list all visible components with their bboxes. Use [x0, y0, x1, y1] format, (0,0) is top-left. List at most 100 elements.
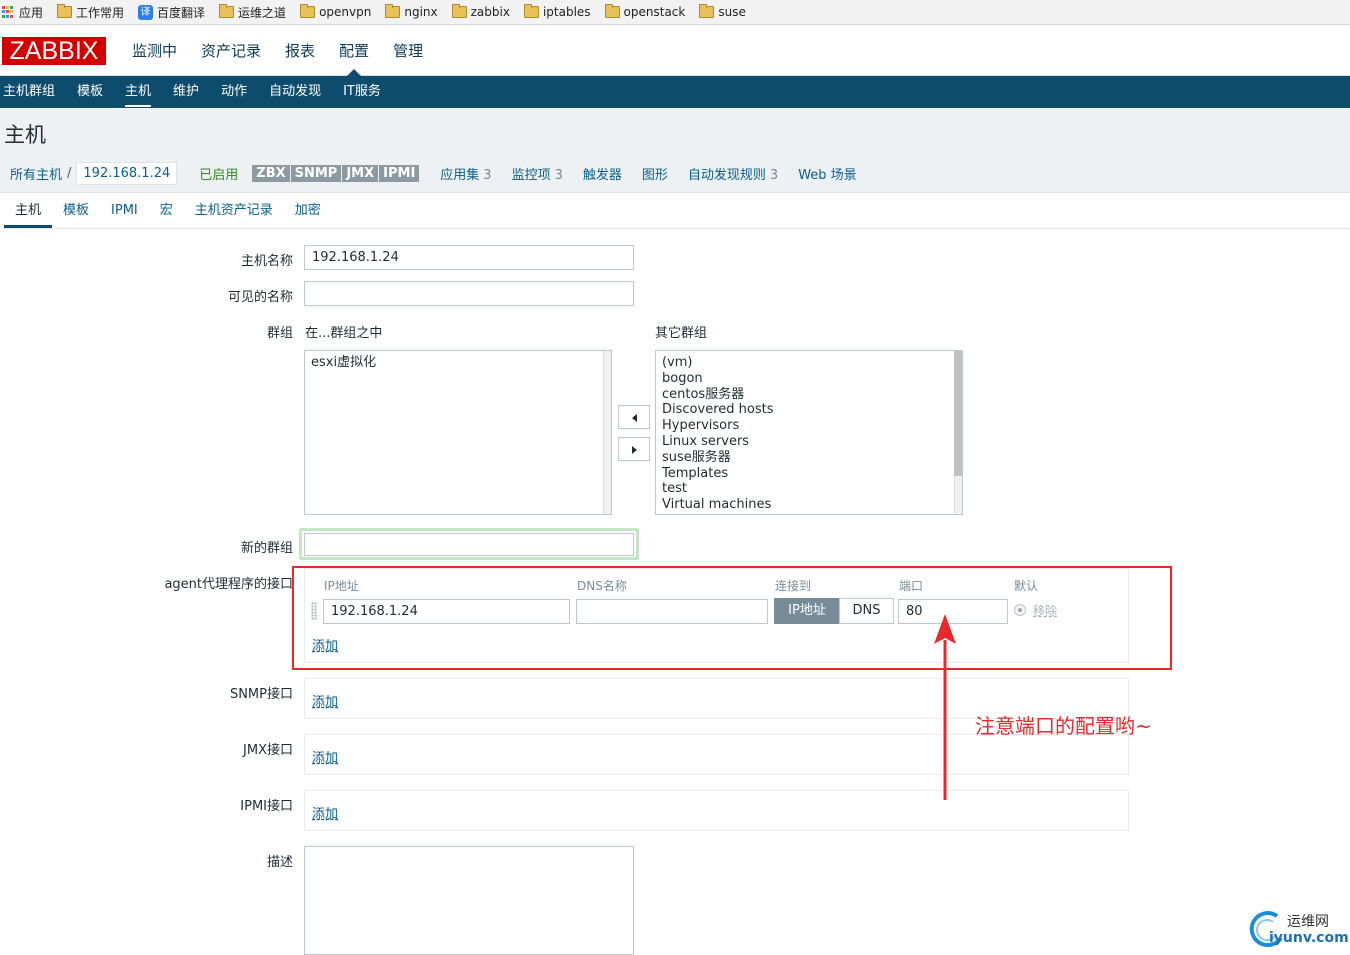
status-enabled[interactable]: 已启用	[199, 164, 238, 183]
bookmark-label: 工作常用	[76, 5, 125, 20]
agent-interface-label: agent代理程序的接口	[164, 577, 293, 592]
watermark-line1: 运维网	[1287, 914, 1329, 930]
highlight-box	[292, 566, 1172, 670]
list-item[interactable]: Virtual machines	[662, 497, 956, 513]
other-groups-label: 其它群组	[655, 326, 708, 341]
submenu-actions[interactable]: 动作	[210, 76, 258, 108]
folder-icon	[604, 4, 620, 18]
bookmark-openvpn[interactable]: openvpn	[300, 4, 371, 19]
move-right-button[interactable]	[618, 437, 650, 461]
submenu-hosts[interactable]: 主机	[114, 76, 162, 108]
list-item[interactable]: Templates	[662, 466, 956, 482]
bookmark-label: 应用	[19, 5, 44, 20]
breadcrumb-separator: /	[67, 166, 72, 181]
breadcrumb-item-label: 图形	[641, 168, 668, 183]
breadcrumb-item-label: 监控项	[511, 168, 551, 183]
tab-macros[interactable]: 宏	[149, 195, 184, 228]
breadcrumb-item-label: 触发器	[582, 168, 622, 183]
bookmark-label: nginx	[404, 5, 438, 19]
submenu-it-services[interactable]: IT服务	[332, 76, 392, 108]
bookmark-label: 百度翻译	[157, 5, 206, 20]
list-item[interactable]: Discovered hosts	[662, 402, 956, 418]
breadcrumb-applications[interactable]: 应用集 3	[440, 164, 491, 183]
sub-menu: 主机群组 模板 主机 维护 动作 自动发现 IT服务	[0, 76, 1350, 108]
breadcrumb-item-label: Web 场景	[798, 168, 857, 183]
bookmark-zabbix[interactable]: zabbix	[451, 4, 510, 19]
menu-monitoring[interactable]: 监测中	[120, 26, 189, 76]
new-group-label: 新的群组	[240, 541, 293, 556]
scrollbar[interactable]	[954, 351, 962, 514]
tab-encryption[interactable]: 加密	[284, 195, 332, 228]
bookmark-iptables[interactable]: iptables	[523, 4, 591, 19]
bookmark-nginx[interactable]: nginx	[385, 4, 438, 19]
move-left-button[interactable]	[618, 405, 650, 429]
breadcrumb-current-host[interactable]: 192.168.1.24	[76, 162, 178, 185]
breadcrumb-item-count: 3	[483, 168, 492, 183]
breadcrumb-discovery-rules[interactable]: 自动发现规则 3	[688, 164, 778, 183]
scrollbar[interactable]	[603, 351, 611, 514]
visible-name-input[interactable]	[304, 281, 634, 306]
new-group-input[interactable]	[304, 533, 634, 556]
bookmark-openstack[interactable]: openstack	[604, 4, 686, 19]
tab-templates[interactable]: 模板	[52, 195, 100, 228]
form-tabs: 主机 模板 IPMI 宏 主机资产记录 加密	[4, 195, 1350, 229]
submenu-host-groups[interactable]: 主机群组	[0, 76, 66, 108]
other-groups-listbox[interactable]: (vm) bogon centos服务器 Discovered hosts Hy…	[655, 350, 963, 515]
submenu-maintenance[interactable]: 维护	[162, 76, 210, 108]
tab-inventory[interactable]: 主机资产记录	[184, 195, 284, 228]
folder-icon	[219, 4, 235, 18]
jmx-interface-label: JMX接口	[243, 743, 293, 758]
submenu-templates[interactable]: 模板	[66, 76, 114, 108]
description-textarea[interactable]	[304, 846, 634, 955]
list-item[interactable]: bogon	[662, 371, 956, 387]
page-title: 主机	[4, 123, 46, 147]
bookmark-work[interactable]: 工作常用	[57, 4, 124, 21]
apps-grid-icon	[2, 6, 14, 18]
watermark: 运维网 iyunv.com	[1247, 908, 1349, 952]
list-item[interactable]: (vm)	[662, 355, 956, 371]
jmx-add-link[interactable]: 添加	[312, 747, 338, 766]
breadcrumb-all-hosts[interactable]: 所有主机	[10, 164, 62, 183]
breadcrumb-items[interactable]: 监控项 3	[512, 164, 563, 183]
bookmark-label: zabbix	[470, 5, 510, 19]
list-item[interactable]: suse服务器	[662, 450, 956, 466]
zabbix-logo[interactable]: ZABBIX	[2, 36, 106, 65]
visible-name-label: 可见的名称	[227, 290, 293, 305]
bookmark-apps[interactable]: 应用	[2, 4, 43, 21]
menu-reports[interactable]: 报表	[273, 26, 327, 76]
badge-zbx: ZBX	[252, 165, 290, 182]
annotation-text: 注意端口的配置哟~	[975, 714, 1152, 738]
list-item[interactable]: esxi虚拟化	[311, 355, 605, 371]
folder-icon	[385, 4, 401, 18]
list-item[interactable]: test	[662, 481, 956, 497]
list-item[interactable]: Hypervisors	[662, 418, 956, 434]
host-name-input[interactable]	[304, 245, 634, 270]
description-label: 描述	[266, 855, 293, 870]
bookmark-label: openstack	[623, 5, 686, 19]
snmp-add-link[interactable]: 添加	[312, 691, 338, 710]
submenu-discovery[interactable]: 自动发现	[258, 76, 332, 108]
tab-ipmi[interactable]: IPMI	[100, 195, 149, 228]
top-navigation: ZABBIX 监测中 资产记录 报表 配置 管理	[0, 26, 1350, 76]
breadcrumb-web-scenarios[interactable]: Web 场景	[798, 164, 856, 183]
tab-host[interactable]: 主机	[4, 195, 53, 228]
bookmark-suse[interactable]: suse	[699, 4, 746, 19]
menu-configuration[interactable]: 配置	[327, 26, 381, 76]
menu-administration[interactable]: 管理	[381, 26, 435, 76]
scrollbar-thumb[interactable]	[954, 351, 962, 476]
ipmi-add-link[interactable]: 添加	[312, 803, 338, 822]
breadcrumb-item-label: 自动发现规则	[687, 168, 766, 183]
in-groups-label: 在...群组之中	[305, 326, 383, 341]
list-item[interactable]: centos服务器	[662, 387, 956, 403]
menu-inventory[interactable]: 资产记录	[189, 26, 273, 76]
breadcrumb-item-count: 3	[769, 168, 779, 183]
annotation-arrow-icon	[934, 614, 956, 800]
translate-icon: 译	[138, 4, 154, 20]
in-groups-listbox[interactable]: esxi虚拟化	[304, 350, 612, 515]
host-name-label: 主机名称	[240, 254, 293, 269]
bookmark-baidu-translate[interactable]: 译 百度翻译	[138, 4, 205, 21]
list-item[interactable]: Linux servers	[662, 434, 956, 450]
breadcrumb-triggers[interactable]: 触发器	[583, 164, 622, 183]
bookmark-ops[interactable]: 运维之道	[219, 4, 286, 21]
breadcrumb-graphs[interactable]: 图形	[642, 164, 668, 183]
